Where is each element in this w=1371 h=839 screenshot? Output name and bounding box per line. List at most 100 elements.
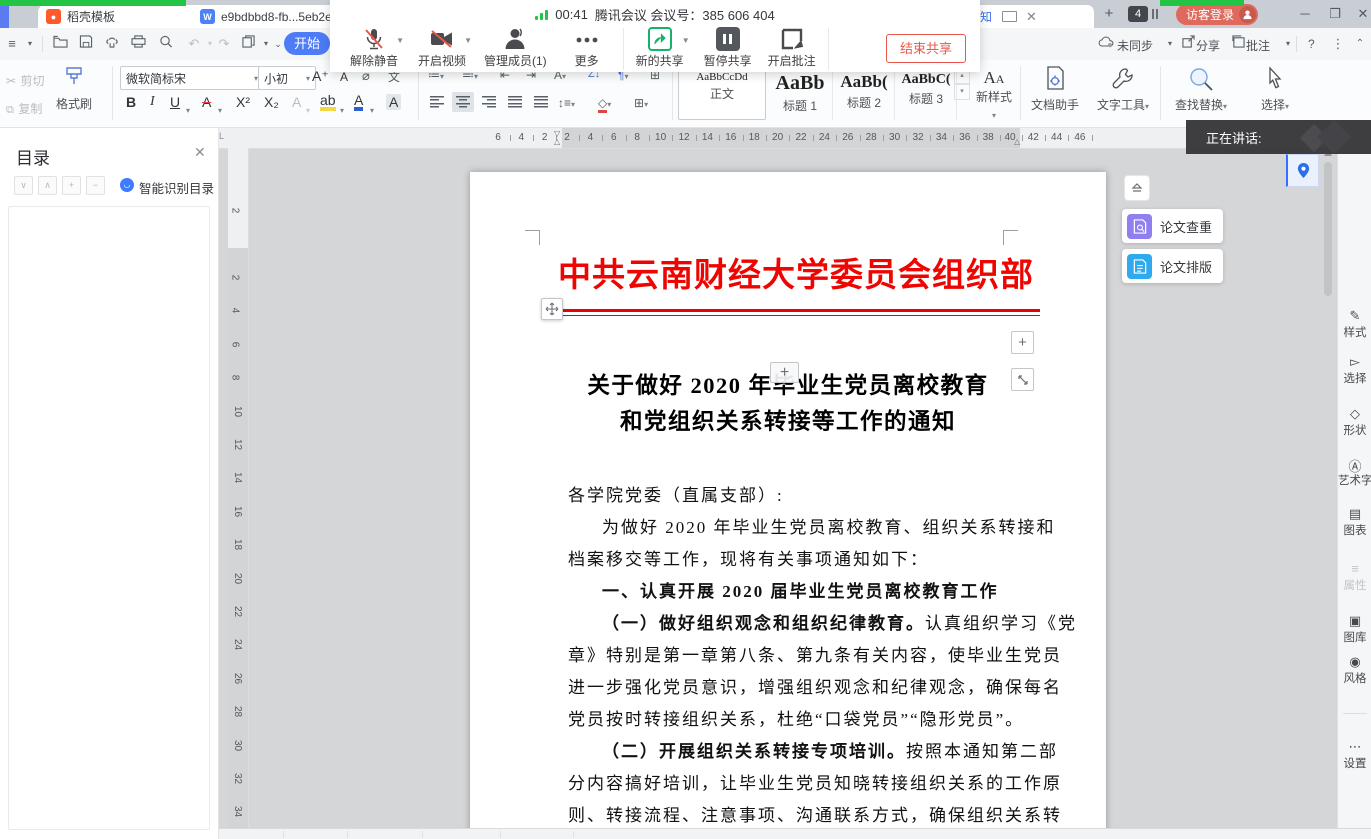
toc-minus-button[interactable]: −	[86, 176, 105, 195]
comment-caret-icon[interactable]: ▾	[1278, 35, 1298, 53]
help-icon[interactable]: ?	[1308, 37, 1315, 51]
underline-button[interactable]: U	[170, 94, 180, 110]
close-button[interactable]: ✕	[1352, 4, 1371, 24]
toc-content-area[interactable]	[8, 206, 210, 830]
location-pin-button[interactable]	[1286, 154, 1319, 187]
underline-caret[interactable]: ▾	[186, 100, 190, 118]
line-spacing-icon[interactable]: ↕≡▾	[558, 96, 575, 110]
align-right-button[interactable]	[478, 92, 500, 112]
font-name-select[interactable]: 微软简标宋▾	[120, 66, 264, 90]
cut-button[interactable]: ✂ 剪切	[6, 72, 45, 90]
font-size-select[interactable]: 小初▾	[258, 66, 316, 90]
subscript-button[interactable]: X₂	[264, 94, 279, 110]
v-scrollbar[interactable]	[1322, 148, 1334, 828]
comment-icon[interactable]	[1228, 35, 1248, 53]
wps-home-button[interactable]	[0, 5, 9, 28]
distribute-button[interactable]	[530, 92, 552, 112]
smart-toc-label[interactable]: 智能识别目录	[139, 178, 214, 197]
align-left-button[interactable]	[426, 92, 448, 112]
font-color-button[interactable]: A	[354, 94, 363, 111]
panel-item-设置[interactable]: ⋯设置	[1338, 739, 1371, 771]
menu-icon[interactable]: ≡	[2, 35, 22, 53]
sync-status-label[interactable]: 未同步	[1117, 37, 1153, 54]
unmute-caret-icon[interactable]: ▼	[396, 36, 404, 45]
document-page[interactable]: 中共云南财经大学委员会组织部 关于做好 2020 年毕业生党员离校教育 和党组织…	[470, 172, 1106, 828]
toc-expand-down-button[interactable]: ∨	[14, 176, 33, 195]
scrollbar-thumb[interactable]	[1324, 162, 1332, 296]
open-file-icon[interactable]	[50, 35, 70, 53]
font-color-caret[interactable]: ▾	[370, 100, 374, 118]
panel-item-图库[interactable]: ▣图库	[1338, 613, 1371, 645]
restore-button[interactable]: ❐	[1324, 4, 1346, 24]
menu-caret-icon[interactable]: ▾	[20, 35, 40, 53]
paper-layout-button[interactable]: 论文排版	[1122, 249, 1223, 283]
borders-icon[interactable]: ⊞▾	[634, 96, 648, 110]
guest-login-button[interactable]: 访客登录	[1176, 4, 1258, 25]
pause-share-button[interactable]: 暂停共享	[702, 27, 754, 69]
camera-button[interactable]: 开启视频 ▼	[416, 27, 468, 69]
tab-count-badge[interactable]: 4	[1128, 6, 1148, 22]
doc-assistant-button[interactable]: 文档助手	[1020, 64, 1090, 114]
text-tools-button[interactable]: 文字工具▾	[1088, 64, 1158, 114]
share-caret-icon[interactable]: ▼	[682, 36, 690, 45]
justify-button[interactable]	[504, 92, 526, 112]
share-doc-icon[interactable]	[1178, 35, 1198, 53]
doc-body[interactable]: 各学院党委（直属支部）:为做好 2020 年毕业生党员离校教育、组织关系转接和档…	[568, 480, 1014, 828]
style-item-标题 1[interactable]: AaBb标题 1	[768, 64, 833, 120]
panel-item-样式[interactable]: ✎样式	[1338, 308, 1371, 340]
collapse-tools-button[interactable]	[1124, 175, 1150, 201]
comment-label[interactable]: 批注	[1246, 37, 1270, 54]
print-icon[interactable]	[128, 35, 148, 53]
panel-item-艺术字[interactable]: Ⓐ艺术字	[1338, 456, 1371, 488]
panel-item-图表[interactable]: ▤图表	[1338, 506, 1371, 538]
title-plus-button[interactable]: +	[770, 362, 799, 383]
resize-handle[interactable]	[1011, 368, 1034, 391]
new-share-button[interactable]: 新的共享 ▼	[634, 27, 686, 69]
panel-item-形状[interactable]: ◇形状	[1338, 406, 1371, 438]
format-painter-button[interactable]: 格式刷	[52, 66, 96, 112]
share-doc-label[interactable]: 分享	[1196, 37, 1220, 54]
panel-item-选择[interactable]: ▻选择	[1338, 354, 1371, 386]
collapse-ribbon-icon[interactable]: ⌃	[1350, 35, 1370, 53]
select-button[interactable]: 选择▾	[1240, 64, 1310, 114]
paper-check-button[interactable]: 论文查重	[1122, 209, 1223, 243]
italic-button[interactable]: I	[150, 94, 155, 110]
change-case-button[interactable]: A	[292, 94, 301, 110]
more-button[interactable]: 更多	[561, 27, 613, 69]
output-icon[interactable]	[102, 35, 122, 53]
gallery-down-icon[interactable]: ▾	[954, 84, 970, 100]
end-share-button[interactable]: 结束共享	[886, 34, 966, 63]
shrink-font-button[interactable]: A	[340, 70, 348, 84]
new-tab-button[interactable]: +	[1098, 4, 1120, 24]
cloud-sync-icon[interactable]	[1096, 35, 1116, 53]
strikethrough-button[interactable]: A	[202, 94, 211, 110]
find-replace-button[interactable]: 查找替换▾	[1166, 64, 1236, 114]
annotate-button[interactable]: 开启批注	[766, 27, 818, 69]
minimize-button[interactable]: ─	[1294, 4, 1316, 24]
print-preview-icon[interactable]	[156, 35, 176, 53]
new-style-button[interactable]: AA 新样式▾	[972, 68, 1016, 123]
copy-page-icon[interactable]	[238, 35, 258, 53]
copy-button[interactable]: ⧉ 复制	[6, 100, 42, 118]
char-shading-button[interactable]: A	[386, 94, 401, 110]
strike-caret[interactable]: ▾	[218, 100, 222, 118]
sync-caret-icon[interactable]: ▾	[1160, 35, 1180, 53]
move-handle[interactable]	[541, 298, 563, 320]
style-item-标题 3[interactable]: AaBbC(标题 3	[896, 64, 957, 120]
manage-members-button[interactable]: 管理成员(1)	[484, 27, 547, 69]
save-icon[interactable]	[76, 35, 96, 53]
shading-icon[interactable]: ◇▾	[598, 96, 611, 110]
superscript-button[interactable]: X²	[236, 94, 250, 110]
toc-close-icon[interactable]: ✕	[194, 144, 206, 161]
case-caret[interactable]: ▾	[306, 100, 310, 118]
tab-docer[interactable]: ● 稻壳模板	[38, 5, 204, 28]
more-menu-icon[interactable]: ⋮	[1328, 35, 1348, 53]
style-item-标题 2[interactable]: AaBb(标题 2	[834, 64, 895, 120]
bold-button[interactable]: B	[126, 94, 136, 110]
camera-caret-icon[interactable]: ▼	[464, 36, 472, 45]
grow-font-button[interactable]: A⁺	[312, 68, 329, 85]
close-tab-icon[interactable]: ✕	[1026, 9, 1037, 25]
toc-plus-button[interactable]: +	[62, 176, 81, 195]
highlight-button[interactable]: ab	[320, 94, 336, 111]
zoom-plus-button[interactable]: +	[1011, 331, 1034, 354]
